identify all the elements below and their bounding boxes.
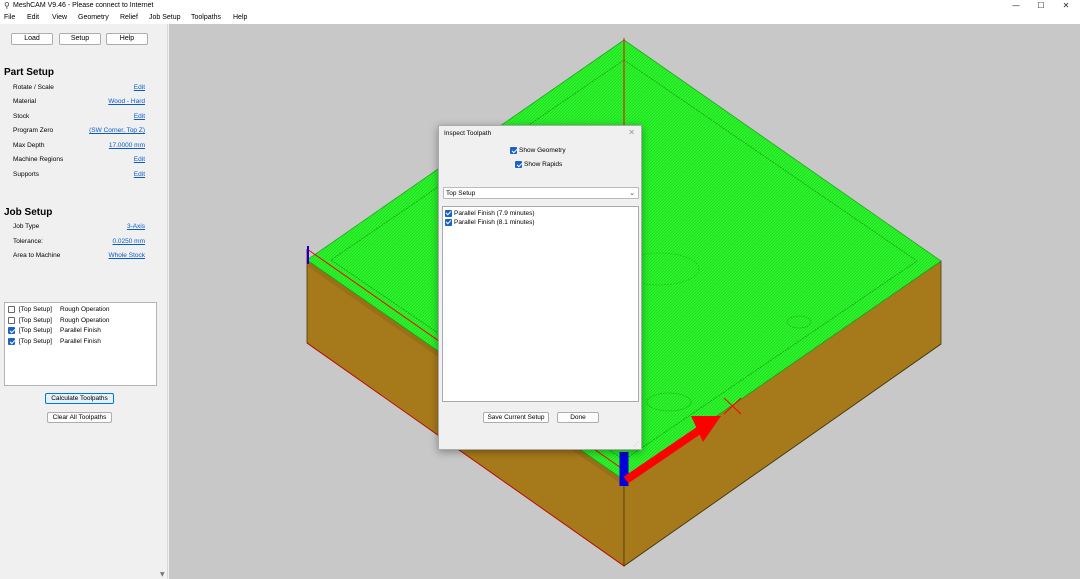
- operation-checkbox[interactable]: [8, 338, 15, 345]
- dialog-title: Inspect Toolpath: [444, 130, 492, 137]
- calculate-toolpaths-button[interactable]: Calculate Toolpaths: [45, 393, 114, 404]
- operation-setup: [Top Setup]: [19, 338, 52, 345]
- show-rapids-label: Show Rapids: [524, 161, 563, 168]
- scroll-down-arrow-icon[interactable]: ▼: [160, 571, 165, 578]
- tolerance-label: Tolerance:: [13, 238, 43, 245]
- toolpath-checkbox[interactable]: [445, 219, 452, 226]
- menu-view[interactable]: View: [52, 14, 67, 22]
- machine-regions-edit-link[interactable]: Edit: [134, 156, 145, 164]
- title-bar: ⚲ MeshCAM V9.46 - Please connect to Inte…: [0, 0, 1080, 12]
- operation-item[interactable]: [Top Setup] Parallel Finish: [7, 337, 155, 346]
- toolpath-label: Parallel Finish (8.1 minutes): [454, 219, 535, 226]
- meshcam-app-icon: ⚲: [4, 1, 10, 10]
- clear-all-toolpaths-button[interactable]: Clear All Toolpaths: [47, 412, 112, 423]
- operation-setup: [Top Setup]: [19, 327, 52, 334]
- window-title: MeshCAM V9.46 - Please connect to Intern…: [13, 2, 154, 9]
- stock-label: Stock: [13, 113, 30, 120]
- operation-item[interactable]: [Top Setup] Parallel Finish: [7, 326, 155, 335]
- material-link[interactable]: Wood - Hard: [108, 98, 145, 106]
- toolpath-item[interactable]: Parallel Finish (7.9 minutes): [445, 209, 635, 218]
- program-zero-link[interactable]: (SW Corner, Top Z): [89, 127, 145, 135]
- operation-setup: [Top Setup]: [19, 306, 52, 313]
- rotate-scale-label: Rotate / Scale: [13, 84, 54, 91]
- job-type-label: Job Type: [13, 223, 40, 230]
- close-window-button[interactable]: ✕: [1053, 0, 1079, 12]
- menu-relief[interactable]: Relief: [120, 14, 138, 22]
- chevron-down-icon: ⌄: [629, 189, 635, 197]
- setup-button[interactable]: Setup: [59, 33, 101, 45]
- max-depth-label: Max Depth: [13, 142, 45, 149]
- operation-name: Rough Operation: [60, 306, 110, 313]
- operation-name: Parallel Finish: [60, 338, 101, 345]
- job-type-link[interactable]: 3-Axis: [127, 223, 145, 231]
- show-geometry-label: Show Geometry: [519, 147, 566, 154]
- maximize-button[interactable]: ☐: [1028, 0, 1054, 12]
- operation-item[interactable]: [Top Setup] Rough Operation: [7, 316, 155, 325]
- toolpath-list: Parallel Finish (7.9 minutes) Parallel F…: [442, 206, 639, 402]
- menu-toolpaths[interactable]: Toolpaths: [191, 14, 221, 22]
- menu-bar: File Edit View Geometry Relief Job Setup…: [0, 12, 1080, 24]
- save-current-setup-button[interactable]: Save Current Setup: [483, 412, 549, 423]
- operation-setup: [Top Setup]: [19, 317, 52, 324]
- max-depth-link[interactable]: 17.0000 mm: [109, 142, 145, 150]
- material-label: Material: [13, 98, 37, 105]
- program-zero-label: Program Zero: [13, 127, 54, 134]
- resize-grip-icon[interactable]: ⋰: [633, 441, 639, 448]
- area-to-machine-link[interactable]: Whole Stock: [109, 252, 146, 260]
- setup-select[interactable]: Top Setup ⌄: [443, 187, 639, 199]
- part-setup-title: Part Setup: [4, 67, 55, 78]
- show-rapids-checkbox[interactable]: [515, 161, 522, 168]
- area-to-machine-label: Area to Machine: [13, 252, 61, 259]
- operation-checkbox[interactable]: [8, 306, 15, 313]
- menu-job-setup[interactable]: Job Setup: [149, 14, 181, 22]
- job-setup-title: Job Setup: [4, 207, 53, 218]
- load-button[interactable]: Load: [11, 33, 53, 45]
- operation-checkbox[interactable]: [8, 317, 15, 324]
- operations-list: [Top Setup] Rough Operation [Top Setup] …: [4, 302, 157, 386]
- left-panel: Load Setup Help Part Setup Rotate / Scal…: [0, 24, 168, 579]
- rotate-scale-edit-link[interactable]: Edit: [134, 84, 145, 92]
- operation-name: Parallel Finish: [60, 327, 101, 334]
- supports-label: Supports: [13, 171, 40, 178]
- setup-select-value: Top Setup: [446, 190, 476, 197]
- machine-regions-label: Machine Regions: [13, 156, 64, 163]
- stock-edit-link[interactable]: Edit: [134, 113, 145, 121]
- dialog-close-icon[interactable]: ✕: [628, 128, 635, 137]
- menu-edit[interactable]: Edit: [27, 14, 39, 22]
- supports-edit-link[interactable]: Edit: [134, 171, 145, 179]
- minimize-button[interactable]: —: [1003, 0, 1029, 12]
- menu-file[interactable]: File: [4, 14, 15, 22]
- menu-help[interactable]: Help: [233, 14, 247, 22]
- help-button[interactable]: Help: [106, 33, 148, 45]
- menu-geometry[interactable]: Geometry: [78, 14, 109, 22]
- toolpath-checkbox[interactable]: [445, 210, 452, 217]
- operation-name: Rough Operation: [60, 317, 110, 324]
- inspect-toolpath-dialog: Inspect Toolpath ✕ Show Geometry Show Ra…: [438, 125, 642, 450]
- operation-checkbox[interactable]: [8, 327, 15, 334]
- tolerance-link[interactable]: 0.0250 mm: [112, 238, 145, 246]
- operation-item[interactable]: [Top Setup] Rough Operation: [7, 305, 155, 314]
- show-geometry-checkbox[interactable]: [510, 147, 517, 154]
- done-button[interactable]: Done: [557, 412, 599, 423]
- toolpath-label: Parallel Finish (7.9 minutes): [454, 210, 535, 217]
- toolpath-item[interactable]: Parallel Finish (8.1 minutes): [445, 218, 635, 227]
